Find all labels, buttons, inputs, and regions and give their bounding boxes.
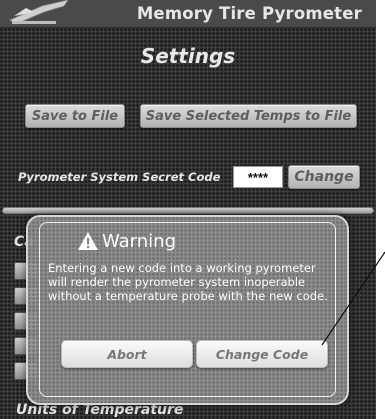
screen-margin [376,0,385,419]
abort-button[interactable]: Abort [61,340,193,368]
confirm-change-code-button[interactable]: Change Code [196,340,328,368]
save-to-file-button[interactable]: Save to File [25,104,125,128]
secret-code-field[interactable]: **** [233,166,283,188]
pyrometer-logo [9,0,69,25]
page-title: Settings [140,44,236,68]
warning-dialog: Warning Entering a new code into a worki… [26,215,349,405]
warning-icon [78,232,98,250]
slider-track[interactable] [2,207,374,214]
app-title: Memory Tire Pyrometer [136,4,362,23]
dialog-title: Warning [102,231,177,252]
secret-code-label: Pyrometer System Secret Code [18,170,221,184]
save-selected-temps-button[interactable]: Save Selected Temps to File [140,104,357,128]
change-code-button[interactable]: Change [288,165,360,189]
dialog-message: Entering a new code into a working pyrom… [48,261,328,303]
app-header: Memory Tire Pyrometer [0,0,376,28]
settings-screen: Memory Tire Pyrometer Settings Save to F… [0,0,376,419]
